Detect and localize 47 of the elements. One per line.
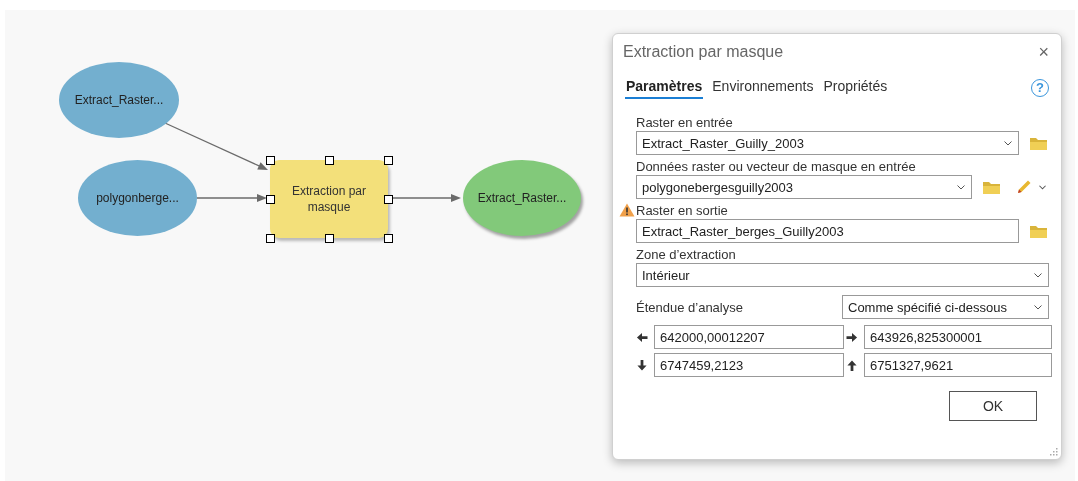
input-node[interactable]: Extract_Raster...: [59, 62, 179, 138]
selection-handle[interactable]: [325, 234, 334, 243]
chevron-icon: [1034, 304, 1042, 310]
connector-arrow: [196, 194, 267, 202]
tab[interactable]: Environnements: [711, 76, 815, 99]
left-arrow-icon: [636, 331, 648, 343]
tab[interactable]: Paramètres: [625, 76, 704, 99]
down-arrow-icon: [636, 359, 648, 371]
chevron-icon: [957, 184, 965, 190]
selection-handle[interactable]: [325, 156, 334, 165]
field-label: Zone d’extraction: [636, 246, 736, 262]
selection-handle[interactable]: [266, 195, 275, 204]
node-label: Extract_Raster...: [74, 93, 164, 107]
field-label: Raster en sortie: [636, 202, 728, 218]
right-arrow-icon: [846, 331, 858, 343]
field-label: Étendue d’analyse: [636, 299, 743, 315]
selection-handle[interactable]: [266, 234, 275, 243]
node-label: polygonberge...: [96, 191, 179, 205]
chevron-icon: [1004, 140, 1012, 146]
field-label: Données raster ou vecteur de masque en entrée: [636, 158, 916, 174]
dropdown-field[interactable]: Extract_Raster_Guilly_2003: [636, 131, 1019, 155]
selection-handle[interactable]: [384, 156, 393, 165]
text-field[interactable]: Extract_Raster_berges_Guilly2003: [636, 219, 1019, 243]
input-node[interactable]: polygonberge...: [78, 160, 197, 236]
resize-grip-icon[interactable]: [1049, 447, 1058, 456]
coordinate-field[interactable]: 6747459,2123: [654, 353, 844, 377]
tool-node[interactable]: Extraction par masque: [270, 160, 388, 238]
dropdown-field[interactable]: Intérieur: [636, 263, 1049, 287]
node-label: Extract_Raster...: [477, 191, 567, 205]
coordinate-field[interactable]: 6751327,9621: [864, 353, 1052, 377]
selection-handle[interactable]: [384, 195, 393, 204]
node-label: Extraction par masque: [290, 183, 367, 215]
chevron-icon[interactable]: [1039, 184, 1046, 190]
chevron-icon: [1034, 272, 1042, 278]
dropdown-field[interactable]: Comme spécifié ci-dessous: [842, 295, 1049, 319]
up-arrow-icon: [846, 359, 858, 371]
coordinate-field[interactable]: 643926,825300001: [864, 325, 1052, 349]
ok-button[interactable]: OK: [949, 391, 1037, 421]
selection-handle[interactable]: [384, 234, 393, 243]
close-button[interactable]: ×: [1038, 41, 1049, 63]
selection-handle[interactable]: [266, 156, 275, 165]
dropdown-field[interactable]: polygonebergesguilly2003: [636, 175, 972, 199]
field-label: Raster en entrée: [636, 114, 733, 130]
output-node[interactable]: Extract_Raster...: [463, 160, 581, 236]
tab[interactable]: Propriétés: [822, 76, 889, 99]
dialog-title: Extraction par masque: [623, 43, 784, 61]
coordinate-field[interactable]: 642000,00012207: [654, 325, 844, 349]
